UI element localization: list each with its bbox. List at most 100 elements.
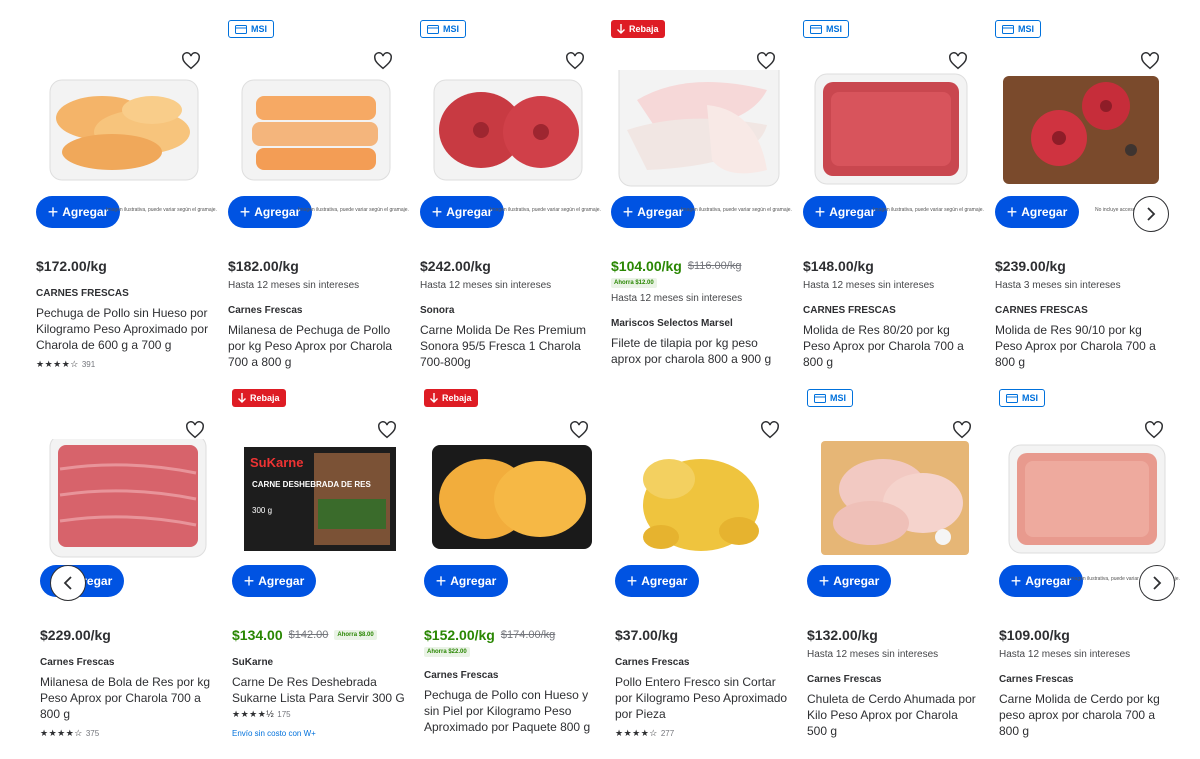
brand-name: CARNES FRESCAS	[36, 288, 129, 299]
product-title[interactable]: Carne Molida De Res Premium Sonora 95/5 …	[420, 322, 594, 370]
carousel-prev-button[interactable]	[50, 565, 86, 601]
brand-name: Carnes Frescas	[615, 657, 690, 668]
heart-outline-icon[interactable]	[952, 421, 972, 439]
product-carousel-row-2: +Agregar $229.00/kg Carnes Frescas Milan…	[0, 380, 1200, 759]
credit-card-icon	[810, 24, 822, 34]
heart-outline-icon[interactable]	[181, 52, 201, 70]
product-image-ground-beef-board[interactable]	[1001, 70, 1165, 190]
carousel-next-button[interactable]	[1133, 196, 1169, 232]
package-brand-text: SuKarne	[250, 455, 303, 470]
add-to-cart-button[interactable]: +Agregar	[807, 565, 891, 597]
brand-name: Mariscos Selectos Marsel	[611, 318, 733, 329]
image-disclaimer: Imagen ilustrativa, puede variar según e…	[490, 207, 601, 213]
sale-price: $134.00	[232, 627, 283, 643]
price-line: $134.00 $142.00 Ahorra $8.00	[232, 627, 377, 643]
heart-outline-icon[interactable]	[373, 52, 393, 70]
product-image-chicken-bone-in[interactable]	[430, 439, 594, 559]
price: $148.00/kg	[803, 258, 874, 274]
product-card[interactable]: +Agregar $229.00/kg Carnes Frescas Milan…	[40, 369, 220, 739]
product-title[interactable]: Pollo Entero Fresco sin Cortar por Kilog…	[615, 674, 789, 722]
product-title[interactable]: Molida de Res 90/10 por kg Peso Aprox po…	[995, 322, 1169, 370]
product-card[interactable]: Rebaja + Agregar Imagen ilustrativa, pued…	[611, 0, 792, 370]
brand-name: CARNES FRESCAS	[995, 305, 1088, 316]
package-weight-text: 300 g	[252, 506, 272, 515]
brand-name: Carnes Frescas	[40, 657, 115, 668]
product-image-chicken-milanesa[interactable]	[234, 70, 398, 190]
heart-outline-icon[interactable]	[760, 421, 780, 439]
product-title[interactable]: Carne Molida de Cerdo por kg peso aprox …	[999, 691, 1173, 739]
heart-outline-icon[interactable]	[756, 52, 776, 70]
product-image-shredded-beef[interactable]: SuKarne CARNE DESHEBRADA DE RES 300 g	[238, 439, 402, 559]
installments-text: Hasta 3 meses sin intereses	[995, 280, 1121, 291]
product-image-ground-pork[interactable]	[1005, 439, 1169, 559]
product-card[interactable]: MSI + Agregar Imagen ilustrativa, puede v…	[228, 0, 409, 370]
product-image-ground-beef-tray[interactable]	[809, 70, 973, 190]
carousel-next-button[interactable]	[1139, 565, 1175, 601]
sale-price: $104.00/kg	[611, 258, 682, 274]
msi-badge: MSI	[803, 20, 850, 38]
plus-icon: +	[1006, 202, 1018, 222]
plus-icon: +	[47, 202, 59, 222]
msi-badge: MSI	[228, 20, 275, 38]
review-count: 375	[85, 729, 100, 738]
product-card[interactable]: Rebaja + Agregar $152.00/kg $174.00/kg Aho…	[424, 369, 604, 739]
product-image-tilapia-fillet[interactable]	[617, 70, 781, 190]
rating: ★★★★☆ 277	[615, 728, 674, 739]
heart-outline-icon[interactable]	[1144, 421, 1164, 439]
credit-card-icon	[1006, 393, 1018, 403]
product-card[interactable]: MSI + Agregar Imagen ilustrativa, puede v…	[420, 0, 601, 370]
product-title[interactable]: Milanesa de Pechuga de Pollo por kg Peso…	[228, 322, 402, 370]
price-line: $229.00/kg	[40, 627, 111, 643]
product-carousel-row-1: + Agregar Imagen ilustrativa, puede varia…	[0, 0, 1200, 380]
price: $239.00/kg	[995, 258, 1066, 274]
product-image-whole-chicken[interactable]	[621, 439, 785, 559]
heart-outline-icon[interactable]	[948, 52, 968, 70]
installments-text: Hasta 12 meses sin intereses	[803, 280, 935, 291]
credit-card-icon	[1002, 24, 1014, 34]
free-shipping-text: Envío sin costo con W+	[232, 729, 316, 738]
rating: ★★★★☆ 375	[40, 728, 99, 739]
product-card[interactable]: + Agregar $37.00/kg Carnes Frescas Pollo …	[615, 369, 795, 739]
plus-icon: +	[1010, 571, 1022, 591]
price: $172.00/kg	[36, 258, 107, 274]
product-title[interactable]: Pechuga de Pollo sin Hueso por Kilogramo…	[36, 305, 210, 353]
product-title[interactable]: Molida de Res 80/20 por kg Peso Aprox po…	[803, 322, 977, 370]
plus-icon: +	[431, 202, 443, 222]
sale-price: $152.00/kg	[424, 627, 495, 643]
add-to-cart-button[interactable]: +Agregar	[424, 565, 508, 597]
image-disclaimer: Imagen ilustrativa, puede variar según e…	[298, 207, 409, 213]
heart-outline-icon[interactable]	[377, 421, 397, 439]
star-rating-icon: ★★★★½	[232, 709, 275, 719]
rating: ★★★★½ 175	[232, 709, 291, 720]
product-card[interactable]: MSI + Agregar Imagen ilustrativa, puede v…	[999, 369, 1180, 739]
product-card[interactable]: MSI + Agregar $132.00/kg Hasta 12 meses s…	[807, 369, 987, 739]
product-image-smoked-pork-chop[interactable]	[813, 439, 977, 559]
add-to-cart-button[interactable]: +Agregar	[995, 196, 1079, 228]
product-title[interactable]: Pechuga de Pollo con Hueso y sin Piel po…	[424, 687, 598, 735]
product-image-chicken-breast[interactable]	[42, 70, 206, 190]
plus-icon: +	[818, 571, 830, 591]
product-title[interactable]: Milanesa de Bola de Res por kg Peso Apro…	[40, 674, 214, 722]
product-title[interactable]: Filete de tilapia por kg peso aprox por …	[611, 335, 785, 367]
product-card[interactable]: MSI + Agregar Imagen ilustrativa, puede v…	[803, 0, 984, 370]
credit-card-icon	[814, 393, 826, 403]
heart-outline-icon[interactable]	[185, 421, 205, 439]
credit-card-icon	[235, 24, 247, 34]
image-disclaimer: Imagen ilustrativa, puede variar según e…	[106, 207, 217, 213]
heart-outline-icon[interactable]	[569, 421, 589, 439]
product-card[interactable]: Rebaja SuKarne CARNE DESHEBRADA DE RES 3…	[232, 369, 412, 739]
heart-outline-icon[interactable]	[565, 52, 585, 70]
product-title[interactable]: Chuleta de Cerdo Ahumada por Kilo Peso A…	[807, 691, 981, 739]
heart-outline-icon[interactable]	[1140, 52, 1160, 70]
product-image-beef-milanesa[interactable]	[46, 439, 210, 559]
image-disclaimer: Imagen ilustrativa, puede variar según e…	[873, 207, 984, 213]
product-title[interactable]: Carne De Res Deshebrada Sukarne Lista Pa…	[232, 674, 406, 706]
product-card[interactable]: + Agregar Imagen ilustrativa, puede varia…	[36, 0, 217, 370]
price-line: $148.00/kg	[803, 258, 874, 274]
rebaja-badge: Rebaja	[232, 389, 286, 407]
product-card[interactable]: MSI + Agregar No incluye accesorios. $239…	[995, 0, 1175, 370]
add-to-cart-button[interactable]: +Agregar	[615, 565, 699, 597]
add-to-cart-button[interactable]: +Agregar	[232, 565, 316, 597]
product-image-ground-beef[interactable]	[426, 70, 590, 190]
arrow-down-icon	[617, 24, 625, 34]
